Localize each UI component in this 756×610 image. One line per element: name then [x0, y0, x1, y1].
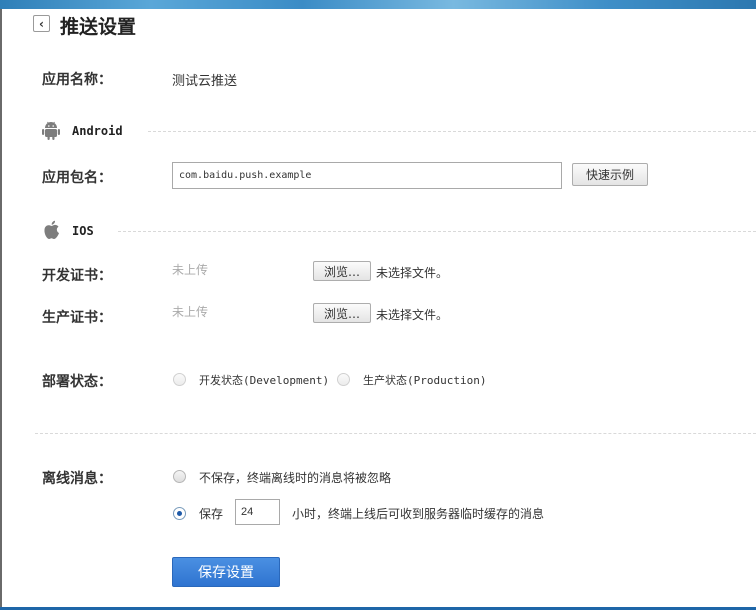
prod-cert-status: 未上传	[172, 305, 209, 319]
page-title: 推送设置	[60, 16, 137, 38]
dev-cert-status: 未上传	[172, 263, 209, 277]
android-icon	[42, 121, 60, 140]
android-section-title: Android	[72, 124, 123, 138]
apple-icon	[44, 220, 59, 239]
prod-cert-browse-button[interactable]: 浏览…	[313, 303, 371, 323]
package-name-input[interactable]	[172, 162, 562, 189]
deploy-production-radio[interactable]	[337, 373, 350, 386]
dev-cert-browse-button[interactable]: 浏览…	[313, 261, 371, 281]
ios-section-title: IOS	[72, 224, 94, 238]
offline-save-radio[interactable]	[173, 507, 186, 520]
prod-cert-label: 生产证书：	[42, 310, 112, 326]
package-name-label: 应用包名：	[42, 170, 112, 186]
offline-discard-label: 不保存，终端离线时的消息将被忽略	[199, 471, 392, 485]
deploy-status-label: 部署状态：	[42, 374, 112, 390]
deploy-development-label: 开发状态(Development)	[199, 374, 330, 387]
section-divider	[35, 433, 756, 434]
app-name-value: 测试云推送	[172, 74, 238, 89]
android-divider	[148, 131, 756, 132]
offline-discard-radio[interactable]	[173, 470, 186, 483]
window-titlebar	[0, 0, 756, 9]
offline-message-label: 离线消息：	[42, 471, 112, 487]
quick-example-button[interactable]: 快速示例	[572, 163, 648, 186]
ios-divider	[118, 231, 756, 232]
dev-cert-file-status: 未选择文件。	[376, 266, 449, 280]
prod-cert-file-status: 未选择文件。	[376, 308, 449, 322]
deploy-production-label: 生产状态(Production)	[363, 374, 487, 387]
deploy-development-radio[interactable]	[173, 373, 186, 386]
window-left-border	[0, 9, 2, 610]
dev-cert-label: 开发证书：	[42, 268, 112, 284]
chevron-left-icon: ‹	[39, 16, 44, 31]
offline-save-label: 保存	[199, 507, 224, 521]
app-name-label: 应用名称：	[42, 72, 112, 88]
offline-hours-input[interactable]	[235, 499, 280, 525]
back-button[interactable]: ‹	[33, 15, 50, 32]
offline-save-suffix: 小时，终端上线后可收到服务器临时缓存的消息	[292, 507, 545, 521]
save-settings-button[interactable]: 保存设置	[172, 557, 280, 587]
